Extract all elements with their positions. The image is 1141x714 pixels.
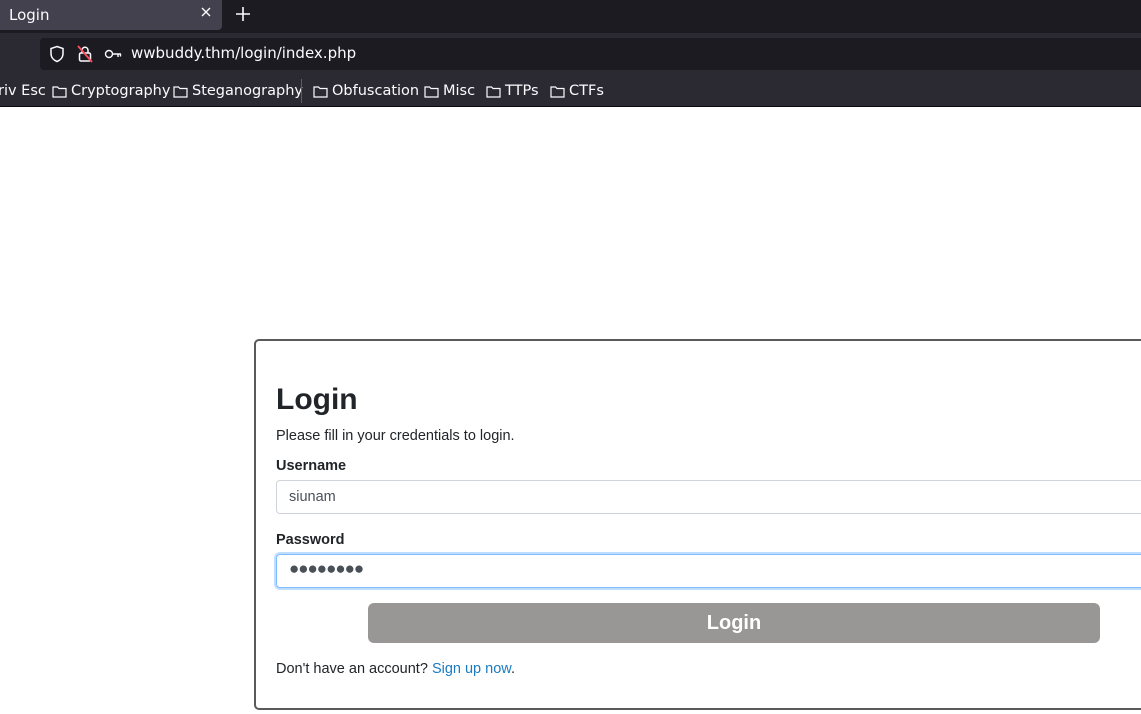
bookmark-label: Misc <box>443 83 476 99</box>
bookmark-cryptography[interactable]: Cryptography <box>52 81 170 101</box>
bookmark-label: TTPs <box>505 83 539 99</box>
bookmark-separator <box>301 79 302 103</box>
bookmark-label: CTFs <box>569 83 604 99</box>
tab-strip: Login <box>0 0 1141 33</box>
bookmark-label: Obfuscation <box>332 83 420 99</box>
bookmark-label: Cryptography <box>71 83 171 99</box>
folder-icon <box>313 85 328 98</box>
bookmark-priv-esc[interactable]: riv Esc <box>0 81 46 101</box>
folder-icon <box>550 85 565 98</box>
bookmark-label: Steganography <box>192 83 303 99</box>
folder-icon <box>52 85 67 98</box>
bookmarks-toolbar: riv Esc Cryptography Steganography Obfus… <box>0 73 1141 107</box>
username-label: Username <box>276 458 347 474</box>
username-field[interactable]: siunam <box>276 480 1141 514</box>
tab-login[interactable]: Login <box>0 0 222 30</box>
login-button[interactable]: Login <box>368 603 1100 643</box>
bookmark-obfuscation[interactable]: Obfuscation <box>313 81 419 101</box>
folder-icon <box>173 85 188 98</box>
bookmark-misc[interactable]: Misc <box>424 81 475 101</box>
url-text: wwbuddy.thm/login/index.php <box>131 44 357 62</box>
password-field[interactable]: ●●●●●●●● <box>276 554 1141 588</box>
key-icon[interactable] <box>104 48 122 60</box>
page-title: Login <box>276 383 358 416</box>
lock-insecure-icon[interactable] <box>77 45 93 63</box>
shield-icon[interactable] <box>49 45 65 63</box>
login-card: Login Please fill in your credentials to… <box>254 339 1141 710</box>
folder-icon <box>424 85 439 98</box>
signup-prompt: Don't have an account? Sign up now. <box>276 661 515 677</box>
password-label: Password <box>276 532 345 548</box>
bookmark-ttps[interactable]: TTPs <box>486 81 539 101</box>
login-subtitle: Please fill in your credentials to login… <box>276 428 515 444</box>
tab-title: Login <box>9 6 50 24</box>
bookmark-ctfs[interactable]: CTFs <box>550 81 604 101</box>
nav-bar: wwbuddy.thm/login/index.php <box>0 33 1141 73</box>
signup-link[interactable]: Sign up now <box>432 661 511 677</box>
signup-prompt-text: Don't have an account? <box>276 661 428 677</box>
signup-period: . <box>510 661 515 677</box>
bookmark-label: riv Esc <box>0 83 46 99</box>
bookmark-steganography[interactable]: Steganography <box>173 81 303 101</box>
url-bar[interactable]: wwbuddy.thm/login/index.php <box>40 38 1141 70</box>
plus-icon[interactable] <box>234 5 252 23</box>
close-icon[interactable] <box>199 5 213 19</box>
folder-icon <box>486 85 501 98</box>
